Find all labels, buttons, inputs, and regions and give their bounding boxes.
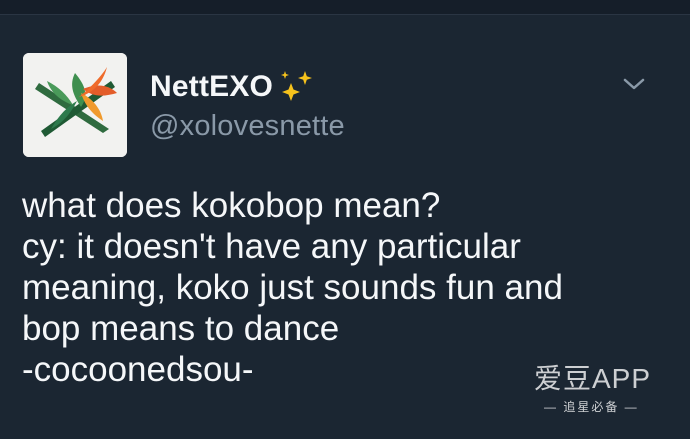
exo-logo-icon xyxy=(23,53,127,157)
tweet-line: meaning, koko just sounds fun and xyxy=(22,268,563,307)
tweet-line: cy: it doesn't have any particular xyxy=(22,227,521,266)
watermark: 爱豆APP — 追星必备 — xyxy=(534,362,664,422)
tweet-line: bop means to dance xyxy=(22,309,340,348)
tweet-line: what does kokobop mean? xyxy=(22,186,441,225)
sparkles-icon xyxy=(277,67,317,107)
tweet-screenshot: NettEXO @xolovesnette what does kokobop … xyxy=(0,0,690,439)
chevron-down-icon[interactable] xyxy=(619,71,649,95)
display-name[interactable]: NettEXO xyxy=(150,70,273,104)
avatar[interactable] xyxy=(23,53,127,157)
watermark-subtitle: — 追星必备 — xyxy=(544,400,639,414)
display-name-row: NettEXO xyxy=(150,67,317,107)
top-divider xyxy=(0,0,690,15)
user-handle[interactable]: @xolovesnette xyxy=(150,110,345,143)
watermark-title: 爱豆APP xyxy=(534,363,652,394)
tweet-text: what does kokobop mean? cy: it doesn't h… xyxy=(22,185,662,390)
